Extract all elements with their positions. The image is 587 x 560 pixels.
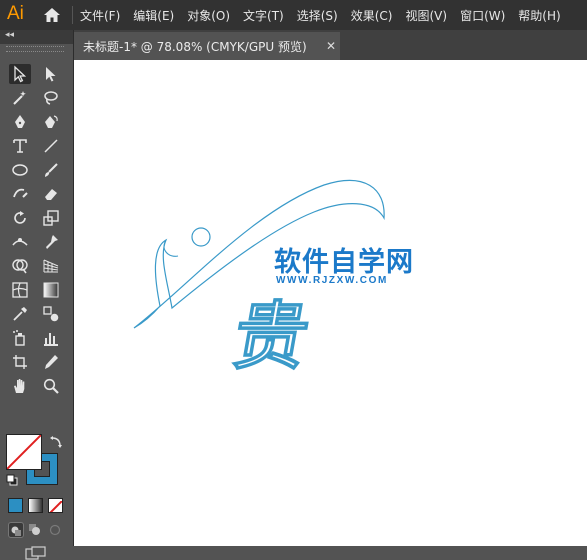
menu-divider xyxy=(72,6,73,24)
puppet-warp-tool-icon[interactable] xyxy=(40,232,62,252)
menu-object[interactable]: 对象(O) xyxy=(187,7,230,24)
document-tab-title: 未标题-1* @ 78.08% (CMYK/GPU 预览) xyxy=(83,39,307,54)
gradient-tool-icon[interactable] xyxy=(40,280,62,300)
close-tab-icon[interactable]: ✕ xyxy=(326,39,336,53)
slice-tool-icon[interactable] xyxy=(40,352,62,372)
column-graph-tool-icon[interactable] xyxy=(40,328,62,348)
menu-help[interactable]: 帮助(H) xyxy=(518,7,560,24)
draw-normal-button[interactable] xyxy=(8,522,24,538)
document-tab[interactable]: 未标题-1* @ 78.08% (CMYK/GPU 预览) ✕ xyxy=(74,32,340,60)
menu-effect[interactable]: 效果(C) xyxy=(351,7,393,24)
swoosh-tail xyxy=(163,239,179,257)
draw-behind-icon xyxy=(29,524,40,535)
line-segment-tool-icon[interactable] xyxy=(40,136,62,156)
none-mode-button[interactable] xyxy=(48,498,63,513)
none-slash-icon xyxy=(49,500,62,512)
menu-type[interactable]: 文字(T) xyxy=(243,7,284,24)
app-logo: Ai xyxy=(7,3,24,24)
eyedropper-tool-icon[interactable] xyxy=(9,304,31,324)
artwork[interactable]: 贵 xyxy=(74,60,587,546)
selection-tool-icon[interactable] xyxy=(9,64,31,84)
menu-window[interactable]: 窗口(W) xyxy=(460,7,505,24)
rotate-tool-icon[interactable] xyxy=(9,208,31,228)
perspective-grid-tool-icon[interactable] xyxy=(40,256,62,276)
type-tool-icon[interactable] xyxy=(9,136,31,156)
watermark-title: 软件自学网 xyxy=(274,247,414,278)
screen-mode-icon[interactable] xyxy=(25,546,47,560)
menu-view[interactable]: 视图(V) xyxy=(405,7,447,24)
main-menu: 文件(F) 编辑(E) 对象(O) 文字(T) 选择(S) 效果(C) 视图(V… xyxy=(80,0,574,30)
document-tab-bar: 未标题-1* @ 78.08% (CMYK/GPU 预览) ✕ xyxy=(74,30,587,60)
shaper-tool-icon[interactable] xyxy=(9,184,31,204)
outline-character: 贵 xyxy=(227,294,316,380)
eraser-tool-icon[interactable] xyxy=(40,184,62,204)
fill-color-swatch[interactable] xyxy=(6,434,42,470)
menu-bar: Ai 文件(F) 编辑(E) 对象(O) 文字(T) 选择(S) 效果(C) 视… xyxy=(0,0,587,30)
gradient-mode-button[interactable] xyxy=(28,498,43,513)
draw-behind-button[interactable] xyxy=(28,522,42,536)
artboard-tool-icon[interactable] xyxy=(9,352,31,372)
menu-file[interactable]: 文件(F) xyxy=(80,7,120,24)
watermark-url: WWW.RJZXW.COM xyxy=(276,275,388,286)
blend-tool-icon[interactable] xyxy=(40,304,62,324)
color-mode-button[interactable] xyxy=(8,498,23,513)
draw-inside-icon xyxy=(49,524,61,536)
curvature-tool-icon[interactable] xyxy=(40,112,62,132)
default-fill-stroke-icon[interactable] xyxy=(6,474,18,486)
home-icon[interactable] xyxy=(43,7,61,23)
tools-panel: ◂◂ xyxy=(0,30,74,560)
menu-edit[interactable]: 编辑(E) xyxy=(133,7,174,24)
dot-shape xyxy=(191,227,211,247)
mesh-tool-icon[interactable] xyxy=(9,280,31,300)
scale-tool-icon[interactable] xyxy=(40,208,62,228)
hand-tool-icon[interactable] xyxy=(9,376,31,396)
ellipse-tool-icon[interactable] xyxy=(9,160,31,180)
zoom-tool-icon[interactable] xyxy=(40,376,62,396)
collapse-panel-icon[interactable]: ◂◂ xyxy=(5,30,14,40)
magic-wand-tool-icon[interactable] xyxy=(9,88,31,108)
symbol-sprayer-tool-icon[interactable] xyxy=(9,328,31,348)
direct-selection-tool-icon[interactable] xyxy=(40,64,62,84)
paintbrush-tool-icon[interactable] xyxy=(40,160,62,180)
no-fill-slash-icon xyxy=(7,435,41,469)
swap-fill-stroke-icon[interactable] xyxy=(49,435,63,449)
shape-builder-tool-icon[interactable] xyxy=(9,256,31,276)
draw-inside-button[interactable] xyxy=(48,522,62,536)
lasso-tool-icon[interactable] xyxy=(40,88,62,108)
tools-panel-header: ◂◂ xyxy=(0,30,73,44)
pen-tool-icon[interactable] xyxy=(9,112,31,132)
draw-normal-icon xyxy=(11,526,21,536)
menu-select[interactable]: 选择(S) xyxy=(297,7,338,24)
width-tool-icon[interactable] xyxy=(9,232,31,252)
artboard-canvas[interactable]: 贵 软件自学网 WWW.RJZXW.COM xyxy=(74,60,587,546)
panel-grip[interactable] xyxy=(6,46,64,52)
